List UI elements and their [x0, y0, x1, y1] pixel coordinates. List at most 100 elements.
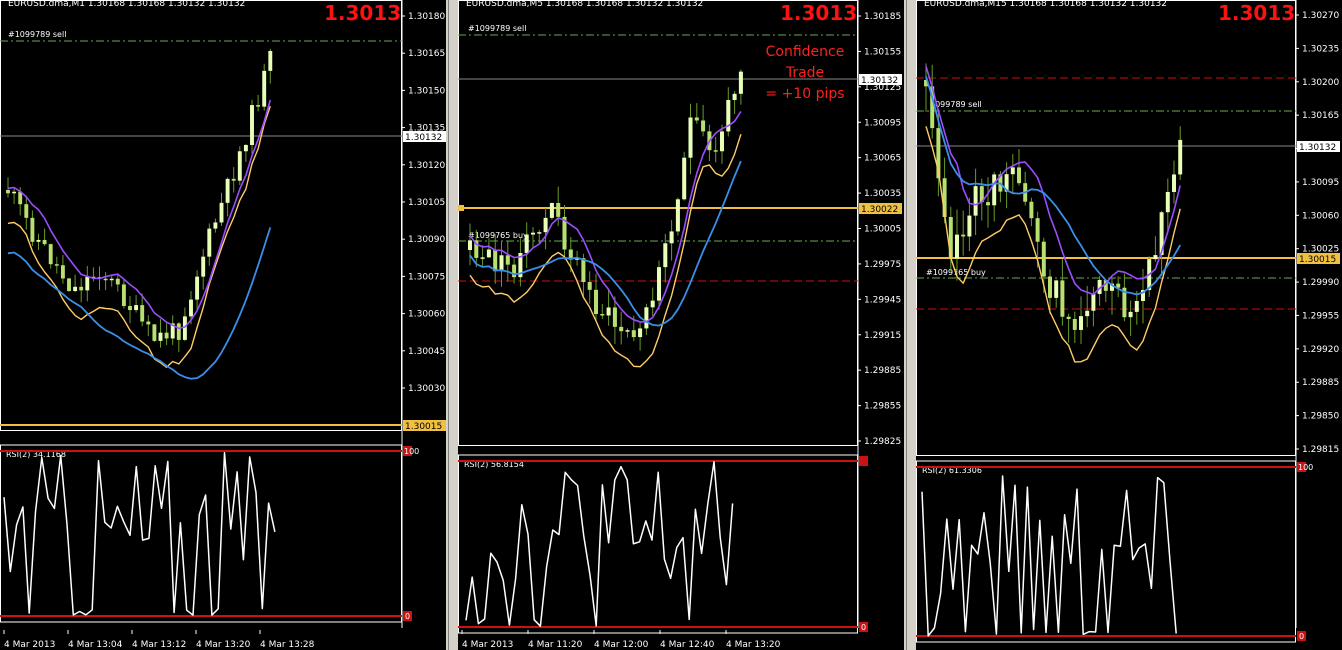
candle-body	[1066, 316, 1071, 319]
price-tick-label: 1.29945	[864, 295, 901, 305]
candle-body	[182, 316, 187, 340]
price-tick-label: 1.30235	[1302, 44, 1339, 54]
candle-body	[694, 117, 699, 121]
candle-body	[499, 255, 504, 272]
price-tick-label: 1.30200	[1302, 78, 1339, 88]
price-tick-label: 1.30035	[864, 189, 901, 199]
moving-average-slow	[7, 227, 272, 380]
candle-body	[231, 178, 236, 181]
annotation-text: Confidence	[766, 44, 845, 60]
chart-window-m5[interactable]: EURUSD.dma,M5 1.30168 1.30168 1.30132 1.…	[458, 0, 904, 650]
candle-body	[24, 204, 29, 218]
candle-body	[505, 255, 510, 265]
chart-title: EURUSD.dma,M15 1.30168 1.30168 1.30132 1…	[924, 0, 1167, 9]
candle-body	[1085, 310, 1090, 317]
price-tick-label: 1.29815	[1302, 445, 1339, 455]
candle-body	[243, 144, 248, 152]
time-tick-label: 4 Mar 13:12	[132, 640, 186, 650]
candle-body	[493, 249, 498, 272]
bid-price-label: 1.30132	[405, 133, 442, 143]
moving-average-fast	[925, 126, 1181, 363]
price-tick-label: 1.29990	[1302, 278, 1339, 288]
candle-body	[201, 256, 206, 277]
candle-body	[115, 278, 120, 285]
window-separator[interactable]	[446, 0, 458, 650]
price-tick-label: 1.29885	[864, 366, 901, 376]
candle-body	[631, 330, 636, 338]
candle-body	[1178, 139, 1183, 175]
candle-body	[682, 157, 687, 200]
price-tick-label: 1.30180	[408, 12, 445, 22]
candle-body	[85, 276, 90, 291]
rsi-top-box	[859, 456, 868, 466]
chart-window-m15[interactable]: EURUSD.dma,M15 1.30168 1.30168 1.30132 1…	[916, 0, 1342, 650]
candle-body	[530, 232, 536, 235]
time-tick-label: 4 Mar 2013	[462, 640, 513, 650]
time-tick-label: 4 Mar 13:28	[260, 640, 315, 650]
candle-body	[675, 199, 680, 232]
price-tick-label: 1.29850	[1302, 412, 1339, 422]
candle-body	[713, 150, 718, 152]
level-price-label: 1.30015	[405, 422, 442, 432]
candle-body	[967, 215, 972, 237]
candle-body	[549, 202, 554, 218]
candle-body	[638, 328, 643, 338]
chart-window-m1[interactable]: EURUSD.dma,M1 1.30168 1.30168 1.30132 1.…	[0, 0, 446, 650]
candle-body	[663, 243, 668, 268]
candle-body	[656, 267, 662, 301]
price-tick-label: 1.30105	[408, 198, 445, 208]
candle-body	[1041, 241, 1046, 277]
candle-body	[1048, 276, 1052, 298]
price-tick-label: 1.30005	[864, 225, 901, 235]
candle-body	[669, 231, 674, 244]
candle-body	[701, 120, 706, 132]
candle-body	[134, 305, 139, 311]
candle-body	[593, 289, 599, 315]
candle-body	[992, 174, 997, 206]
candle-body	[158, 332, 163, 341]
time-tick-label: 4 Mar 13:20	[726, 640, 781, 650]
time-tick-label: 4 Mar 13:04	[68, 640, 123, 650]
candle-body	[195, 276, 200, 300]
rsi-bottom-label: 0	[861, 623, 866, 632]
candle-body	[1072, 318, 1077, 330]
moving-average-mid	[7, 99, 272, 330]
candle-body	[262, 70, 267, 107]
candle-body	[146, 321, 151, 325]
price-tick-label: 1.29975	[864, 260, 901, 270]
price-tick-label: 1.30165	[1302, 111, 1339, 121]
candle-body	[268, 50, 273, 71]
candle-body	[250, 105, 254, 145]
level-left-marker	[458, 205, 464, 211]
rsi-line	[921, 475, 1177, 637]
candle-body	[719, 131, 725, 152]
candle-body	[625, 330, 630, 332]
candle-body	[1054, 280, 1059, 298]
candle-body	[543, 217, 548, 233]
price-tick-label: 1.30060	[408, 310, 445, 320]
price-tick-label: 1.29955	[1302, 311, 1339, 321]
candle-body	[1091, 293, 1096, 311]
candle-body	[237, 151, 242, 181]
chart-svg: EURUSD.dma,M1 1.30168 1.30168 1.30132 1.…	[0, 0, 446, 650]
price-tick-label: 1.30045	[408, 347, 445, 357]
time-tick-label: 4 Mar 13:20	[196, 640, 251, 650]
candle-body	[1017, 167, 1021, 184]
sell-order-label: #1099789 sell	[8, 30, 66, 39]
price-tick-label: 1.29855	[864, 402, 901, 412]
candle-body	[644, 307, 649, 329]
rsi-pane-frame	[0, 444, 402, 623]
price-tick-label: 1.29825	[864, 437, 901, 447]
candle-body	[619, 326, 624, 332]
price-tick-label: 1.30060	[1302, 211, 1339, 221]
candle-body	[1010, 167, 1015, 175]
window-separator[interactable]	[904, 0, 916, 650]
candle-body	[480, 257, 485, 259]
candle-body	[6, 190, 10, 194]
candle-body	[524, 234, 529, 253]
candle-body	[1172, 174, 1176, 192]
price-tick-label: 1.30095	[1302, 178, 1339, 188]
chart-svg: EURUSD.dma,M5 1.30168 1.30168 1.30132 1.…	[458, 0, 902, 650]
price-tick-label: 1.30185	[864, 12, 901, 22]
candle-body	[1134, 301, 1139, 312]
